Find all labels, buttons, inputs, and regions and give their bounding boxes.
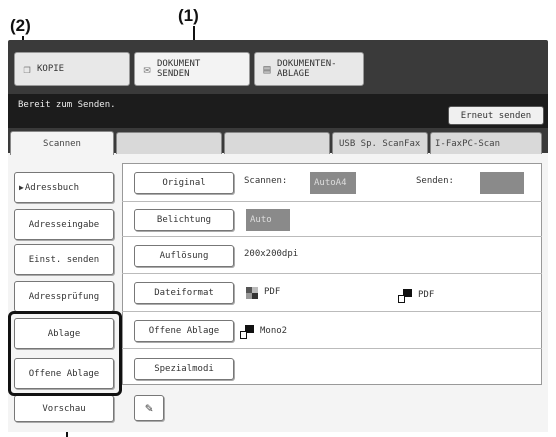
mode-button-filing-label-2: ABLAGE xyxy=(277,69,310,79)
copy-icon: ❐ xyxy=(23,62,31,76)
address-check-button[interactable]: Adressprüfung xyxy=(14,281,114,312)
mode-button-copy-label: KOPIE xyxy=(37,64,65,74)
mode-button-filing[interactable]: ▤ DOKUMENTEN- ABLAGE xyxy=(254,52,364,86)
status-bar: Bereit zum Senden. Erneut senden xyxy=(8,94,548,128)
send-size-value xyxy=(480,172,524,194)
tab-scan[interactable]: Scannen xyxy=(10,131,114,155)
address-book-button[interactable]: ▶ Adressbuch xyxy=(14,172,114,203)
mono-document-icon xyxy=(240,325,254,339)
original-button[interactable]: Original xyxy=(134,172,234,194)
tab-ifax-label: I-Fax xyxy=(435,138,463,149)
preview-button[interactable]: Vorschau xyxy=(14,395,114,422)
options-panel xyxy=(122,163,542,385)
scan-size-label: Scannen: xyxy=(244,176,288,186)
color-document-icon xyxy=(246,287,258,299)
resolution-value: 200x200dpi xyxy=(244,249,299,259)
pencil-icon: ✎ xyxy=(145,400,153,416)
send-icon: ✉ xyxy=(143,62,151,76)
status-message: Bereit zum Senden. xyxy=(18,100,116,110)
row-divider-2 xyxy=(122,236,542,237)
row-divider-5 xyxy=(122,348,542,349)
mode-button-send-label-2: SENDEN xyxy=(157,69,190,79)
mode-button-send[interactable]: ✉ DOKUMENT SENDEN xyxy=(134,52,250,86)
callout-2: (2) xyxy=(10,16,31,35)
row-divider-4 xyxy=(122,311,542,312)
scan-size-value: AutoA4 xyxy=(310,172,356,194)
send-size-label: Senden: xyxy=(416,176,454,186)
tab-usb-scan[interactable]: USB Sp. Scan Fax xyxy=(332,132,428,154)
resolution-button[interactable]: Auflösung xyxy=(134,245,234,267)
exposure-button[interactable]: Belichtung xyxy=(134,209,234,231)
send-settings-button[interactable]: Einst. senden xyxy=(14,244,114,275)
tab-empty-1 xyxy=(116,132,222,154)
tab-fax-label: Fax xyxy=(404,138,421,149)
format-bw-value: PDF xyxy=(418,290,435,300)
file-format-button[interactable]: Dateiformat xyxy=(134,282,234,304)
address-book-label: Adressbuch xyxy=(24,182,80,193)
tab-ifax-pcscan[interactable]: I-Fax PC-Scan xyxy=(430,132,542,154)
edit-program-button[interactable]: ✎ xyxy=(134,395,164,421)
exposure-value: Auto xyxy=(246,209,290,231)
filing-icon: ▤ xyxy=(263,62,271,76)
tab-usb-scan-label: USB Sp. Scan xyxy=(339,138,405,149)
callout-1: (1) xyxy=(178,6,199,25)
filing-highlight xyxy=(8,311,122,396)
mode-button-filing-label-1: DOKUMENTEN- xyxy=(277,59,337,69)
row-divider-1 xyxy=(122,201,542,202)
resend-button[interactable]: Erneut senden xyxy=(448,106,544,125)
quick-filing-value: Mono2 xyxy=(260,326,288,336)
mode-button-copy[interactable]: ❐ KOPIE xyxy=(14,52,130,86)
tab-empty-2 xyxy=(224,132,330,154)
bw-document-icon xyxy=(398,289,412,303)
format-color-value: PDF xyxy=(264,287,281,297)
mode-button-send-label-1: DOKUMENT xyxy=(157,59,201,69)
quick-filing-option-button[interactable]: Offene Ablage xyxy=(134,320,234,342)
tab-pcscan-label: PC-Scan xyxy=(462,138,501,149)
triangle-right-icon: ▶ xyxy=(19,183,24,192)
address-entry-button[interactable]: Adresseingabe xyxy=(14,209,114,240)
special-modes-button[interactable]: Spezialmodi xyxy=(134,358,234,380)
row-divider-3 xyxy=(122,273,542,274)
